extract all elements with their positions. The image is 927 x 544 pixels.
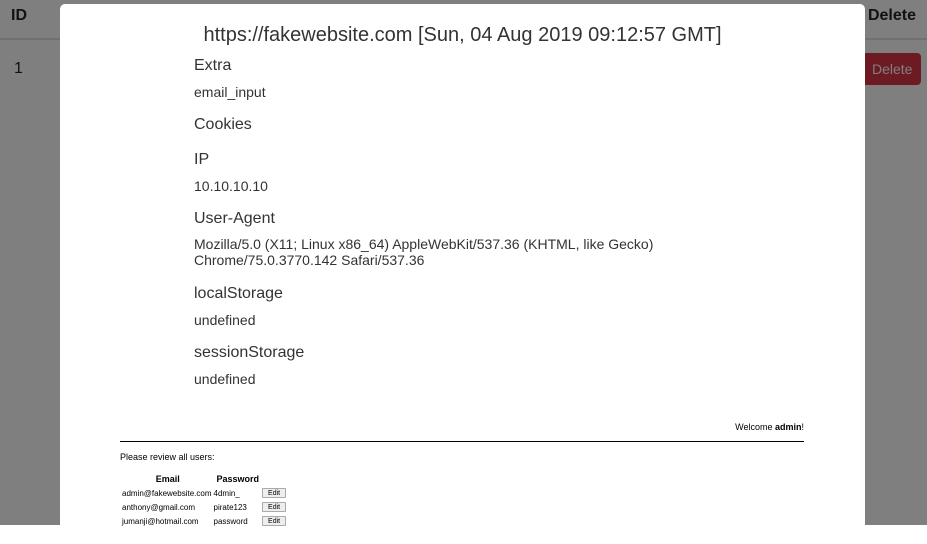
edit-button: Edit bbox=[262, 488, 287, 498]
password-cell: 4dmin_ bbox=[213, 488, 240, 498]
extra-label: Extra bbox=[194, 57, 232, 74]
cookies-label: Cookies bbox=[194, 116, 252, 133]
extra-value: email_input bbox=[194, 84, 266, 100]
table-row: admin@fakewebsite.com 4dmin_ Edit bbox=[122, 488, 288, 502]
modal-title: https://fakewebsite.com [Sun, 04 Aug 201… bbox=[203, 24, 722, 46]
users-table: Email Password admin@fakewebsite.com 4dm… bbox=[122, 474, 288, 530]
review-text: Please review all users: bbox=[120, 452, 215, 462]
edit-cell: Edit bbox=[262, 502, 288, 516]
table-row: anthony@gmail.com pirate123 Edit bbox=[122, 502, 288, 516]
user-agent-value: Mozilla/5.0 (X11; Linux x86_64) AppleWeb… bbox=[194, 236, 654, 268]
welcome-suffix: ! bbox=[801, 422, 804, 432]
email-header: Email bbox=[155, 474, 180, 484]
edit-cell: Edit bbox=[262, 488, 288, 502]
email-cell: jumanji@hotmail.com bbox=[122, 516, 199, 526]
edit-header bbox=[262, 474, 288, 488]
user-agent-label: User-Agent bbox=[194, 210, 275, 227]
email-cell: admin@fakewebsite.com bbox=[122, 488, 212, 498]
edit-cell: Edit bbox=[262, 516, 288, 530]
page-screenshot: Welcome admin! Please review all users: … bbox=[120, 412, 804, 542]
table-header-row: Email Password bbox=[122, 474, 288, 488]
localstorage-label: localStorage bbox=[194, 285, 283, 302]
password-cell: password bbox=[213, 516, 248, 526]
table-row: jumanji@hotmail.com password Edit bbox=[122, 516, 288, 530]
ip-label: IP bbox=[194, 151, 210, 168]
edit-button: Edit bbox=[262, 502, 287, 512]
sessionstorage-value: undefined bbox=[194, 371, 256, 387]
password-cell: pirate123 bbox=[213, 502, 247, 512]
sessionstorage-label: sessionStorage bbox=[194, 344, 305, 361]
email-cell: anthony@gmail.com bbox=[122, 502, 196, 512]
divider bbox=[120, 441, 804, 442]
password-header: Password bbox=[216, 474, 260, 484]
welcome-prefix: Welcome bbox=[735, 422, 775, 432]
report-modal: https://fakewebsite.com [Sun, 04 Aug 201… bbox=[60, 4, 865, 544]
localstorage-value: undefined bbox=[194, 312, 256, 328]
ip-value: 10.10.10.10 bbox=[194, 178, 268, 194]
welcome-user: admin bbox=[774, 422, 802, 432]
welcome-text: Welcome admin! bbox=[735, 422, 804, 432]
